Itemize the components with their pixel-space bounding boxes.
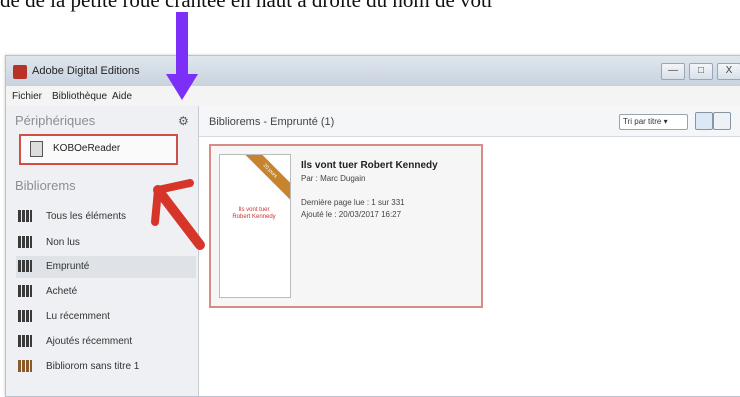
main-header: Bibliorems - Emprunté (1) Tri par titre …: [199, 106, 740, 137]
ereader-icon: [30, 141, 43, 157]
loan-ribbon: 20 jours: [237, 155, 290, 204]
bookshelf-icon: [18, 285, 32, 297]
menu-bibliotheque[interactable]: Bibliothèque: [52, 91, 107, 102]
menu-fichier[interactable]: Fichier: [12, 91, 42, 102]
library-item-label: Emprunté: [46, 261, 90, 272]
bookshelf-icon: [18, 260, 32, 272]
library-item-untitled[interactable]: Bibliorom sans titre 1: [16, 356, 196, 378]
instruction-text: de de la petite roue crantée en haut à d…: [0, 0, 494, 12]
library-item-purchased[interactable]: Acheté: [16, 281, 196, 303]
library-item-borrowed[interactable]: Emprunté: [16, 256, 196, 278]
book-last-page: Dernière page lue : 1 sur 331: [301, 198, 405, 207]
library-item-recently-added[interactable]: Ajoutés récemment: [16, 331, 196, 353]
library-item-label: Acheté: [46, 286, 78, 297]
device-koboereader[interactable]: KOBOeReader: [19, 134, 178, 165]
book-title: Ils vont tuer Robert Kennedy: [301, 160, 438, 171]
list-view-button[interactable]: [695, 112, 713, 130]
menu-aide[interactable]: Aide: [112, 91, 132, 102]
book-author: Par : Marc Dugain: [301, 174, 366, 183]
library-header: Bibliorems: [15, 178, 76, 193]
main-title: Bibliorems - Emprunté (1): [209, 116, 335, 128]
add-bookshelf-icon[interactable]: +: [184, 176, 193, 194]
gear-icon[interactable]: ⚙: [178, 114, 189, 128]
library-item-label: Bibliorom sans titre 1: [46, 361, 140, 372]
library-item-all[interactable]: Tous les éléments: [16, 206, 196, 228]
bookshelf-icon: [18, 310, 32, 322]
bookshelf-icon: [18, 236, 32, 248]
app-icon: [13, 65, 27, 79]
title-bar: Adobe Digital Editions — □ X: [6, 56, 740, 86]
bookshelf-icon: [18, 360, 32, 372]
book-card[interactable]: Ils vont tuer Robert Kennedy 20 jours Il…: [209, 144, 483, 308]
bookshelf-icon: [18, 335, 32, 347]
library-item-label: Lu récemment: [46, 311, 110, 322]
sidebar: Périphériques ⚙ KOBOeReader Bibliorems +…: [6, 106, 199, 396]
library-item-recently-read[interactable]: Lu récemment: [16, 306, 196, 328]
cover-title: Ils vont tuer Robert Kennedy: [232, 207, 276, 220]
sort-dropdown[interactable]: Tri par titre ▾: [619, 114, 688, 130]
main-panel: Bibliorems - Emprunté (1) Tri par titre …: [199, 106, 740, 396]
maximize-button[interactable]: □: [689, 63, 713, 80]
library-item-label: Tous les éléments: [46, 211, 127, 222]
menu-bar: Fichier Bibliothèque Aide: [6, 86, 740, 106]
book-added-date: Ajouté le : 20/03/2017 16:27: [301, 210, 402, 219]
book-cover: Ils vont tuer Robert Kennedy 20 jours: [219, 154, 291, 298]
library-item-label: Non lus: [46, 237, 80, 248]
grid-view-button[interactable]: [713, 112, 731, 130]
devices-header: Périphériques: [15, 113, 96, 128]
minimize-button[interactable]: —: [661, 63, 685, 80]
device-label: KOBOeReader: [53, 143, 121, 154]
window-title: Adobe Digital Editions: [32, 65, 140, 77]
adobe-digital-editions-window: Adobe Digital Editions — □ X Fichier Bib…: [5, 55, 740, 397]
sort-label: Tri par titre: [623, 117, 662, 126]
library-item-unread[interactable]: Non lus: [16, 232, 196, 254]
library-item-label: Ajoutés récemment: [46, 336, 133, 347]
bookshelf-icon: [18, 210, 32, 222]
close-button[interactable]: X: [717, 63, 740, 80]
